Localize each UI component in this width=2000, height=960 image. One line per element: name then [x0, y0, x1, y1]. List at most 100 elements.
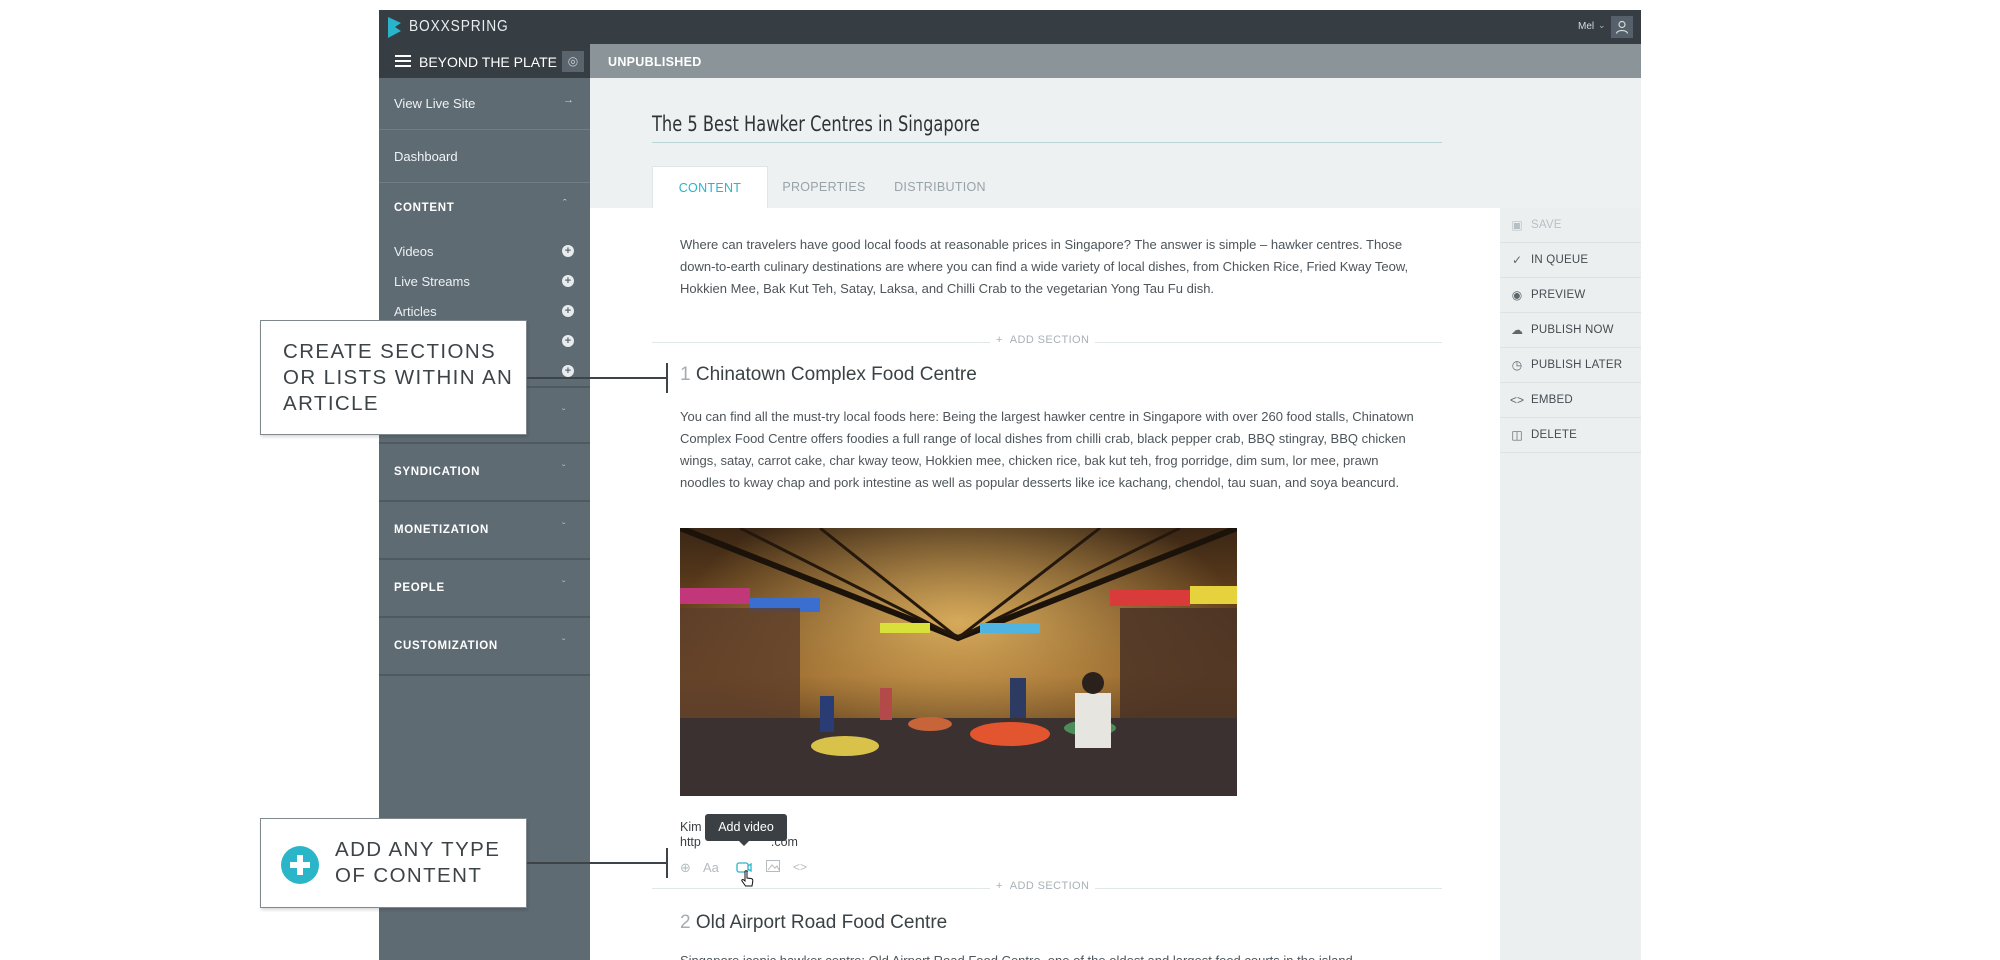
save-button[interactable]: ▣ SAVE — [1500, 208, 1641, 243]
section-number: 1 — [680, 364, 691, 385]
content-editor: Where can travelers have good local food… — [590, 208, 1500, 960]
sidebar-section-label: PEOPLE — [394, 582, 445, 594]
user-avatar-icon[interactable] — [1611, 16, 1633, 38]
add-item-icon[interactable]: + — [562, 365, 574, 377]
plus-circle-icon — [281, 846, 319, 884]
article-header: The 5 Best Hawker Centres in Singapore C… — [590, 78, 1641, 208]
chevron-up-icon: ˆ — [563, 198, 567, 210]
code-icon: <> — [1510, 393, 1525, 407]
sidebar-section-customization[interactable]: CUSTOMIZATION ˇ — [379, 618, 590, 676]
eye-icon: ◉ — [1511, 288, 1523, 302]
brand-name: BOXXSPRING — [409, 18, 509, 35]
tooltip-arrow — [738, 840, 750, 846]
sidebar-item-label: View Live Site — [394, 96, 476, 111]
text-icon[interactable]: Aa — [703, 860, 719, 875]
callout-connector — [527, 862, 667, 864]
sidebar-section-label: CONTENT — [394, 202, 455, 214]
chevron-down-icon: ˇ — [562, 464, 566, 475]
add-section-label: + ADD SECTION — [990, 880, 1096, 892]
sidebar-item-view-live-site[interactable]: View Live Site → — [379, 78, 590, 130]
tab-properties[interactable]: PROPERTIES — [768, 166, 880, 208]
delete-button[interactable]: ◫ DELETE — [1500, 418, 1641, 453]
callout-create-sections: CREATE SECTIONS OR LISTS WITHIN AN ARTIC… — [260, 320, 527, 435]
save-label: SAVE — [1531, 219, 1562, 231]
title-underline — [652, 142, 1442, 143]
image-icon[interactable] — [766, 860, 780, 875]
embed-icon[interactable]: <> — [793, 860, 807, 874]
publish-now-label: PUBLISH NOW — [1531, 324, 1614, 336]
chevron-down-icon: ˇ — [562, 522, 566, 533]
status-bar: UNPUBLISHED — [590, 44, 1641, 78]
article-title-input[interactable]: The 5 Best Hawker Centres in Singapore — [652, 112, 980, 136]
top-bar: BOXXSPRING Mel ⌄ — [379, 10, 1641, 44]
hawker-centre-photo[interactable] — [680, 528, 1237, 796]
sidebar-item-videos[interactable]: Videos + — [379, 240, 590, 264]
in-queue-label: IN QUEUE — [1531, 254, 1589, 266]
chevron-down-icon: ˇ — [562, 408, 566, 419]
add-item-icon[interactable]: + — [562, 335, 574, 347]
sidebar-section-label: MONETIZATION — [394, 524, 490, 536]
callout-text: ADD ANY TYPE OF CONTENT — [335, 838, 501, 887]
add-section-label: + ADD SECTION — [990, 334, 1096, 346]
sidebar-section-label: SYNDICATION — [394, 466, 481, 478]
tab-content[interactable]: CONTENT — [652, 166, 768, 208]
site-name[interactable]: BEYOND THE PLATE — [419, 54, 557, 70]
brand-logo-icon — [388, 17, 401, 38]
tab-distribution[interactable]: DISTRIBUTION — [880, 166, 1000, 208]
cloud-upload-icon: ☁ — [1511, 323, 1523, 337]
section-body[interactable]: You can find all the must-try local food… — [680, 406, 1415, 494]
clock-icon: ◷ — [1511, 358, 1523, 372]
callout-text: CREATE SECTIONS OR LISTS WITHIN AN ARTIC… — [283, 340, 514, 415]
add-video-icon[interactable]: + — [562, 245, 574, 257]
add-section-text: ADD SECTION — [1009, 880, 1090, 892]
sidebar-section-syndication[interactable]: SYNDICATION ˇ — [379, 444, 590, 502]
chevron-down-icon[interactable]: ⌄ — [1598, 20, 1606, 31]
embed-button[interactable]: <> EMBED — [1500, 383, 1641, 418]
sidebar-item-live-streams[interactable]: Live Streams + — [379, 270, 590, 294]
user-menu-name[interactable]: Mel — [1578, 21, 1594, 32]
add-section-button[interactable]: + ADD SECTION — [652, 334, 1442, 350]
site-switcher[interactable]: BEYOND THE PLATE ◎ — [379, 44, 590, 78]
action-panel: ▣ SAVE ✓ IN QUEUE ◉ PREVIEW ☁ PUBLISH NO… — [1500, 208, 1641, 960]
in-queue-button[interactable]: ✓ IN QUEUE — [1500, 243, 1641, 278]
hamburger-menu-icon[interactable] — [395, 55, 411, 67]
publish-later-button[interactable]: ◷ PUBLISH LATER — [1500, 348, 1641, 383]
section-body[interactable]: Singapore iconic hawker centre: Old Airp… — [680, 950, 1415, 960]
callout-add-content: ADD ANY TYPE OF CONTENT — [260, 818, 527, 908]
section-number: 2 — [680, 912, 691, 933]
globe-icon[interactable]: ◎ — [562, 51, 584, 72]
publish-now-button[interactable]: ☁ PUBLISH NOW — [1500, 313, 1641, 348]
add-section-button[interactable]: + ADD SECTION — [652, 880, 1442, 896]
add-live-stream-icon[interactable]: + — [562, 275, 574, 287]
sidebar-section-content[interactable]: CONTENT ˆ — [379, 184, 590, 234]
cms-window: BOXXSPRING Mel ⌄ BEYOND THE PLATE ◎ View… — [379, 10, 1641, 960]
sidebar-item-label: Live Streams — [394, 274, 470, 289]
arrow-right-icon: → — [563, 94, 574, 106]
section-heading[interactable]: 2 Old Airport Road Food Centre — [680, 912, 947, 934]
sidebar-item-label: Dashboard — [394, 149, 458, 164]
add-article-icon[interactable]: + — [562, 305, 574, 317]
delete-label: DELETE — [1531, 429, 1577, 441]
preview-button[interactable]: ◉ PREVIEW — [1500, 278, 1641, 313]
image-source-start: http — [680, 835, 701, 849]
plus-icon: + — [996, 334, 1003, 346]
sidebar-item-dashboard[interactable]: Dashboard — [379, 131, 590, 183]
chevron-down-icon: ˇ — [562, 638, 566, 649]
callout-connector-cap — [666, 848, 668, 878]
callout-connector-cap — [666, 363, 668, 393]
sidebar-section-people[interactable]: PEOPLE ˇ — [379, 560, 590, 618]
add-icon[interactable]: ⊕ — [680, 860, 691, 876]
section-heading[interactable]: 1 Chinatown Complex Food Centre — [680, 364, 977, 386]
intro-paragraph[interactable]: Where can travelers have good local food… — [680, 234, 1410, 300]
check-icon: ✓ — [1511, 253, 1523, 267]
add-section-text: ADD SECTION — [1009, 334, 1090, 346]
image-caption[interactable]: Kim — [680, 820, 702, 834]
tooltip: Add video — [705, 814, 787, 841]
sidebar-section-monetization[interactable]: MONETIZATION ˇ — [379, 502, 590, 560]
section-title: Chinatown Complex Food Centre — [695, 364, 977, 385]
save-icon: ▣ — [1511, 218, 1523, 232]
status-badge: UNPUBLISHED — [608, 55, 702, 69]
embed-label: EMBED — [1531, 394, 1573, 406]
trash-icon: ◫ — [1511, 428, 1523, 442]
screenshot-stage: BOXXSPRING Mel ⌄ BEYOND THE PLATE ◎ View… — [0, 0, 2000, 960]
